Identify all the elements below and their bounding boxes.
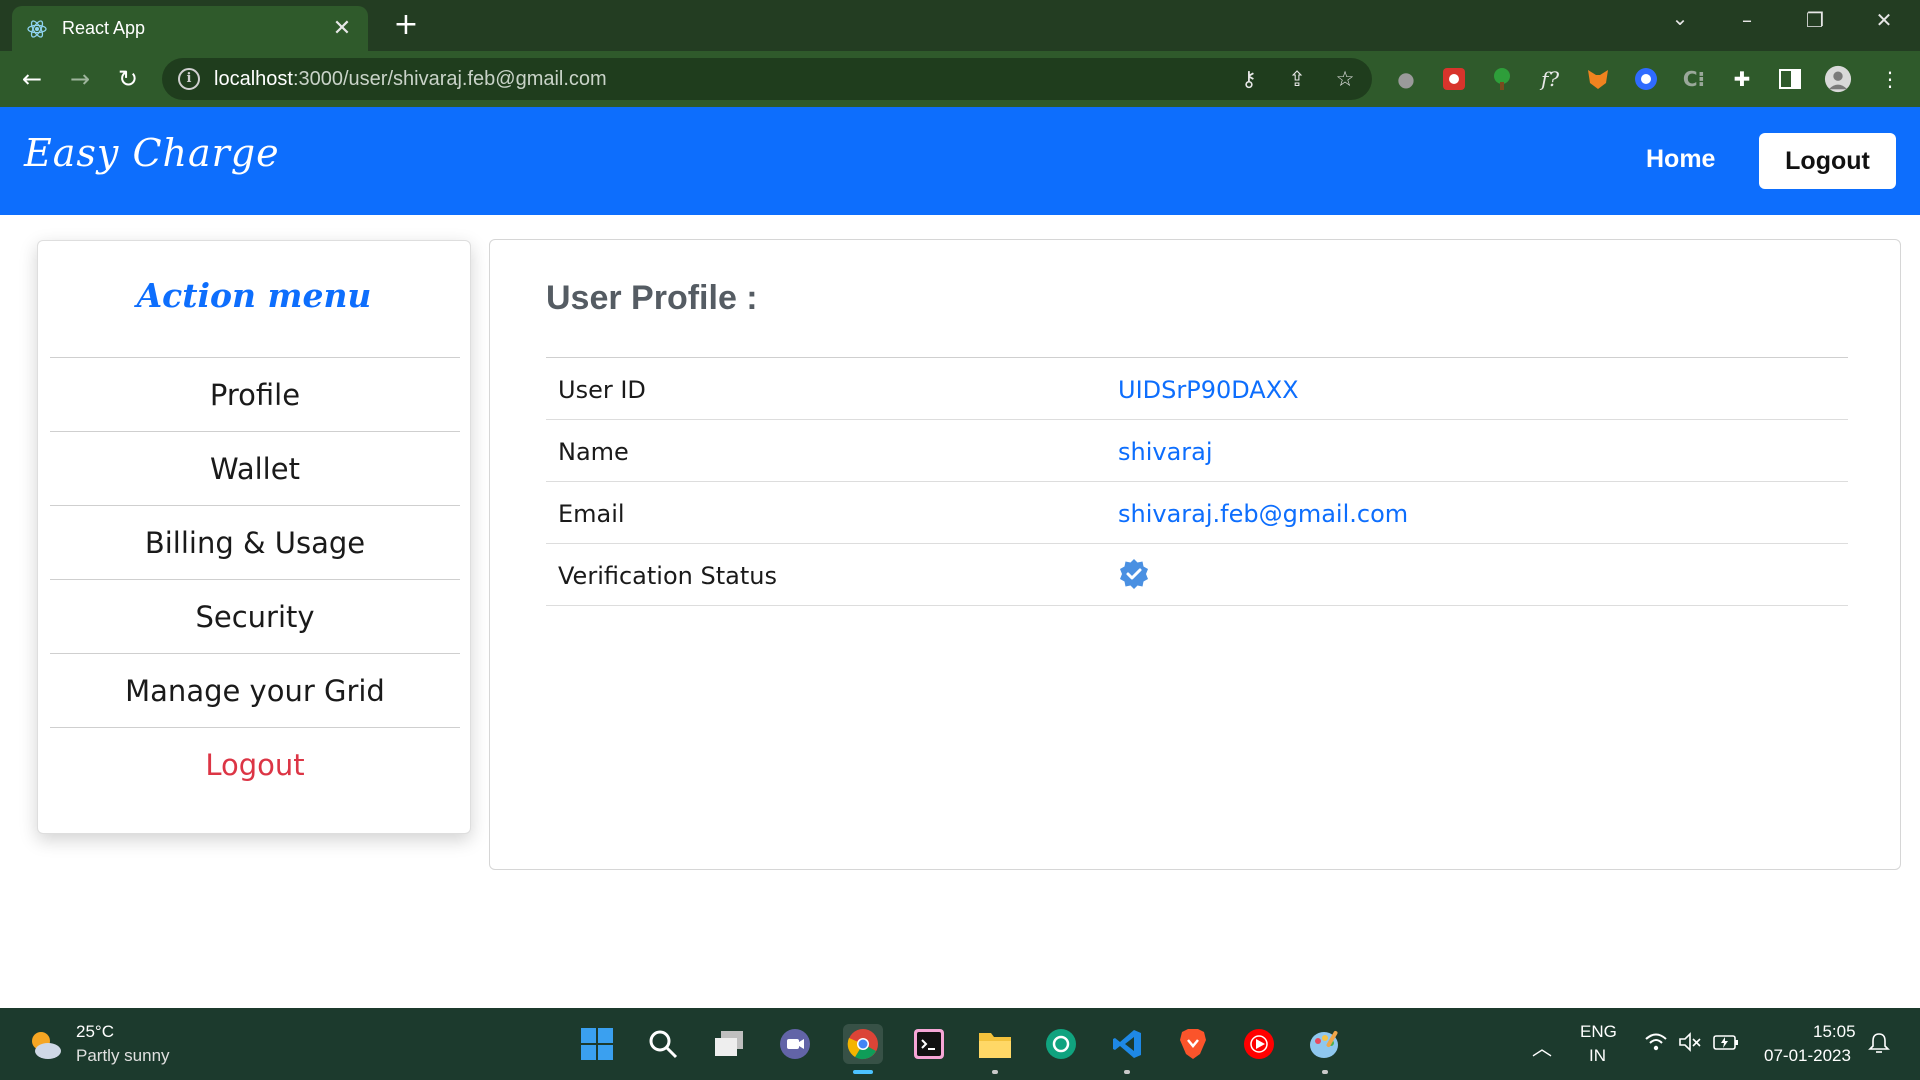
brave-icon[interactable] (1173, 1024, 1213, 1064)
sidebar-item-wallet[interactable]: Wallet (50, 431, 460, 505)
battery-charging-icon[interactable] (1713, 1032, 1739, 1056)
language-indicator-bottom[interactable]: IN (1589, 1046, 1606, 1066)
user-id-value: UIDSrP90DAXX (1118, 376, 1299, 404)
terminal-icon[interactable] (909, 1024, 949, 1064)
search-icon[interactable] (643, 1024, 683, 1064)
extensions-puzzle-icon[interactable]: ✚ (1728, 65, 1756, 93)
url-path: :3000/user/shivaraj.feb@gmail.com (292, 67, 607, 90)
active-indicator (853, 1070, 873, 1074)
sidebar-item-logout[interactable]: Logout (50, 727, 460, 801)
extension-blue-circle-icon[interactable] (1632, 65, 1660, 93)
table-row: Email shivaraj.feb@gmail.com (546, 482, 1848, 544)
youtube-music-icon[interactable] (1239, 1024, 1279, 1064)
key-icon[interactable]: ⚷ (1236, 67, 1262, 91)
tab-close-icon[interactable]: ✕ (330, 16, 354, 41)
navbar-logout-button[interactable]: Logout (1759, 133, 1896, 189)
side-panel-icon[interactable] (1776, 65, 1804, 93)
language-indicator-top[interactable]: ENG (1580, 1022, 1617, 1042)
clock-date[interactable]: 07-01-2023 (1764, 1046, 1851, 1066)
email-value: shivaraj.feb@gmail.com (1118, 500, 1409, 528)
weather-temperature[interactable]: 25°C (76, 1022, 114, 1042)
table-row: Verification Status (546, 544, 1848, 606)
new-tab-button[interactable]: + (390, 10, 422, 40)
extension-red-icon[interactable] (1440, 65, 1468, 93)
site-info-icon[interactable]: i (178, 68, 200, 90)
page-title: User Profile : (546, 279, 758, 317)
browser-toolbar: ← → ↻ i localhost:3000/user/shivaraj.feb… (0, 51, 1920, 107)
forward-arrow-icon[interactable]: → (62, 61, 98, 97)
volume-muted-icon[interactable] (1677, 1032, 1703, 1057)
chrome-icon[interactable] (843, 1024, 883, 1074)
teams-chat-icon[interactable] (775, 1024, 815, 1064)
name-value: shivaraj (1118, 438, 1213, 466)
bookmark-star-icon[interactable]: ☆ (1332, 67, 1358, 91)
running-indicator (1124, 1070, 1130, 1074)
windows-start-icon[interactable] (577, 1024, 617, 1064)
chatgpt-icon[interactable] (1041, 1024, 1081, 1064)
tab-title: React App (62, 18, 146, 38)
window-close-icon[interactable]: ✕ (1864, 8, 1904, 32)
react-logo-icon (26, 18, 48, 40)
show-hidden-icons-chevron-icon[interactable]: ︿ (1529, 1032, 1555, 1061)
brand-logo[interactable]: Easy Charge (24, 131, 280, 175)
browser-tab[interactable]: React App ✕ (12, 6, 368, 51)
windows-taskbar: 25°C Partly sunny ︿ ENG IN 15:05 07-01-2… (0, 1008, 1920, 1080)
verified-badge-icon (1118, 558, 1150, 596)
action-menu: Action menu Profile Wallet Billing & Usa… (37, 240, 471, 834)
action-menu-title: Action menu (136, 276, 372, 315)
tab-search-chevron-icon[interactable]: ⌄ (1660, 6, 1700, 30)
task-view-icon[interactable] (709, 1024, 749, 1064)
sidebar-item-profile[interactable]: Profile (50, 357, 460, 431)
back-arrow-icon[interactable]: ← (14, 61, 50, 97)
restore-icon[interactable]: ❐ (1795, 8, 1835, 32)
table-row: User ID UIDSrP90DAXX (546, 358, 1848, 420)
extension-c-icon[interactable]: C⁝ (1680, 65, 1708, 93)
paint-icon[interactable] (1305, 1024, 1345, 1074)
weather-partly-sunny-icon[interactable] (28, 1030, 62, 1060)
minimize-icon[interactable]: – (1727, 8, 1767, 32)
table-row: Name shivaraj (546, 420, 1848, 482)
extension-function-icon[interactable]: f? (1536, 65, 1564, 93)
user-profile-card: User Profile : User ID UIDSrP90DAXX Name… (489, 239, 1901, 870)
sidebar-item-manage-grid[interactable]: Manage your Grid (50, 653, 460, 727)
notification-bell-icon[interactable] (1866, 1032, 1892, 1059)
address-bar[interactable]: i localhost:3000/user/shivaraj.feb@gmail… (162, 58, 1372, 100)
browser-tab-bar: React App ✕ + ⌄ – ❐ ✕ (0, 0, 1920, 51)
row-label: Email (558, 500, 625, 528)
row-label: Name (558, 438, 629, 466)
app-navbar: Easy Charge Home Logout (0, 107, 1920, 215)
home-link[interactable]: Home (1646, 145, 1715, 174)
row-label: User ID (558, 376, 646, 404)
extension-grey-icon[interactable]: ● (1392, 65, 1420, 93)
metamask-fox-icon[interactable] (1584, 65, 1612, 93)
url-host: localhost (214, 67, 293, 90)
weather-description[interactable]: Partly sunny (76, 1046, 170, 1066)
running-indicator (1322, 1070, 1328, 1074)
browser-menu-icon[interactable]: ⋮ (1876, 65, 1904, 93)
file-explorer-icon[interactable] (975, 1024, 1015, 1074)
extension-tree-icon[interactable] (1488, 65, 1516, 93)
sidebar-item-billing-usage[interactable]: Billing & Usage (50, 505, 460, 579)
wifi-icon[interactable] (1643, 1032, 1669, 1057)
running-indicator (992, 1070, 998, 1074)
share-icon[interactable]: ⇪ (1284, 67, 1310, 91)
row-label: Verification Status (558, 562, 777, 590)
sidebar-item-security[interactable]: Security (50, 579, 460, 653)
clock-time[interactable]: 15:05 (1813, 1022, 1856, 1042)
profile-avatar[interactable] (1824, 65, 1852, 93)
reload-icon[interactable]: ↻ (110, 61, 146, 97)
vscode-icon[interactable] (1107, 1024, 1147, 1074)
